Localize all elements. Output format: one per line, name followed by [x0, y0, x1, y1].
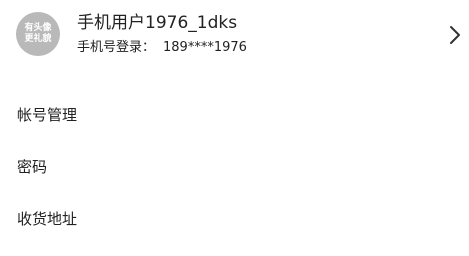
menu-item-password[interactable]: 密码 [0, 143, 469, 191]
account-settings-screen: 有头像 更礼貌 手机用户1976_1dks 手机号登录： 189****1976 … [0, 0, 469, 256]
profile-row[interactable]: 有头像 更礼貌 手机用户1976_1dks 手机号登录： 189****1976 [0, 0, 469, 70]
chevron-right-icon[interactable] [447, 24, 463, 46]
menu-item-account-management[interactable]: 帐号管理 [0, 91, 469, 139]
phone-number: 189****1976 [163, 40, 247, 55]
avatar[interactable]: 有头像 更礼貌 [16, 12, 60, 56]
menu-item-label: 收货地址 [17, 210, 78, 228]
menu-item-label: 密码 [17, 158, 48, 176]
profile-name: 手机用户1976_1dks [77, 13, 238, 33]
avatar-text-line2: 更礼貌 [24, 34, 52, 44]
avatar-text-line1: 有头像 [24, 23, 52, 33]
login-method-label: 手机号登录： [77, 40, 156, 55]
menu-item-label: 帐号管理 [17, 106, 78, 124]
menu-item-shipping-address[interactable]: 收货地址 [0, 195, 469, 243]
profile-login-info: 手机号登录： 189****1976 [77, 39, 247, 57]
